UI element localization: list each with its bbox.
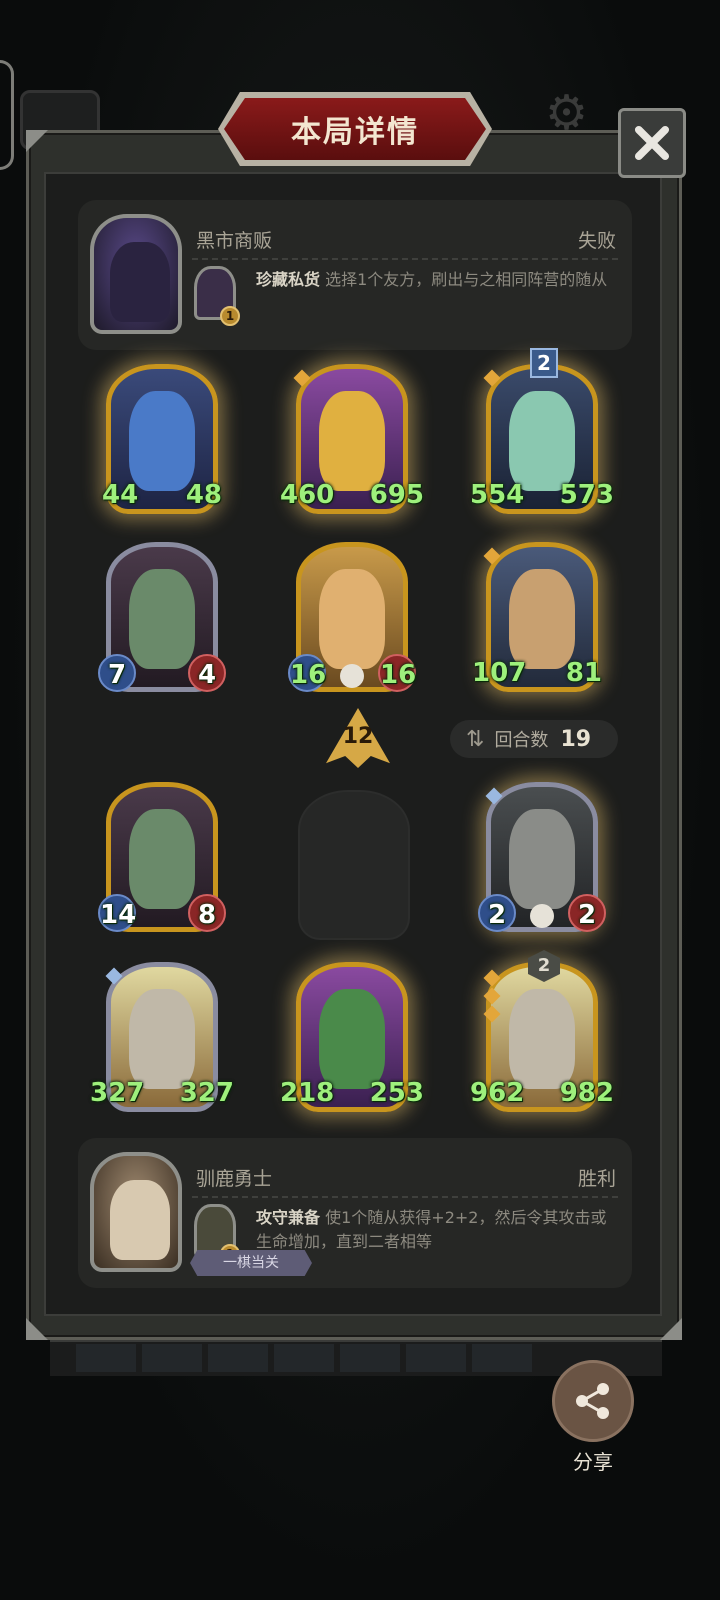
share-button[interactable] [552, 1360, 634, 1442]
background-minion-strip [76, 1344, 616, 1372]
title-banner: 本局详情 [224, 98, 486, 160]
minion-attack: 7 [98, 654, 136, 692]
opponent-hero-card: 黑市商贩 失败 1 珍藏私货 选择1个友方，刷出与之相同阵营的随从 [78, 200, 632, 350]
minion-health: 4 [188, 654, 226, 692]
minion-attack: 218 [280, 1078, 335, 1108]
minion-card[interactable]: 44 48 [102, 364, 222, 514]
page-title: 本局详情 [291, 115, 419, 150]
background-frame-edge [0, 60, 14, 170]
minion-health: 253 [369, 1078, 424, 1108]
minion-attack: 44 [102, 480, 139, 510]
minion-attack: 2 [478, 894, 516, 932]
minion-card[interactable]: 107 81 [472, 542, 602, 692]
close-button[interactable] [618, 108, 686, 178]
round-cycle-icon: ⇅ [466, 726, 485, 752]
minion-health: 695 [369, 480, 424, 510]
round-label: 回合数 [494, 730, 549, 751]
player-hero-portrait[interactable] [90, 1152, 182, 1272]
background-thumb [406, 1344, 466, 1372]
player-hero-card: 驯鹿勇士 胜利 1 攻守兼备 使1个随从获得+2+2，然后令其攻击或生命增加，直… [78, 1138, 632, 1288]
minion-card[interactable]: 218 253 [280, 962, 424, 1112]
empty-board-slot [298, 790, 410, 940]
hero-power-desc: 选择1个友方，刷出与之相同阵营的随从 [325, 270, 608, 289]
minion-level-badge: 2 [530, 348, 558, 378]
minion-attack: 460 [280, 480, 335, 510]
share-icon [576, 1383, 609, 1419]
minion-attack: 107 [472, 658, 527, 688]
minion-health: 16 [378, 654, 416, 692]
minion-card[interactable]: 460 695 [280, 364, 424, 514]
tavern-tier-indicator: 12 [326, 708, 390, 768]
share-label[interactable]: 分享 [552, 1446, 634, 1475]
round-counter: ⇅ 回合数 19 [450, 720, 618, 758]
minion-health: 48 [185, 480, 222, 510]
deathrattle-skull-icon [340, 664, 364, 688]
player-result: 胜利 [577, 1168, 616, 1190]
minion-attack: 327 [90, 1078, 145, 1108]
minion-health: 327 [179, 1078, 234, 1108]
hero-power-name: 珍藏私货 [256, 270, 321, 289]
minion-health: 982 [559, 1078, 614, 1108]
minion-card[interactable]: 7 4 [98, 542, 226, 692]
hero-tag-badge: 一棋当关 [190, 1250, 312, 1276]
hero-power-text: 攻守兼备 使1个随从获得+2+2，然后令其攻击或生命增加，直到二者相等 [256, 1206, 616, 1254]
tavern-tier-value: 12 [342, 724, 374, 749]
minion-card[interactable]: 2 962 982 [470, 950, 614, 1112]
minion-card[interactable]: 2 2 [478, 782, 606, 932]
minion-health: 2 [568, 894, 606, 932]
background-thumb [76, 1344, 136, 1372]
opponent-hero-portrait[interactable] [90, 214, 182, 334]
hero-power-name: 攻守兼备 [256, 1208, 321, 1227]
background-thumb [472, 1344, 532, 1372]
background-thumb [208, 1344, 268, 1372]
minion-card[interactable]: 2 554 573 [470, 348, 614, 514]
opponent-result: 失败 [577, 230, 616, 252]
close-icon [634, 125, 670, 161]
minion-health: 573 [559, 480, 614, 510]
minion-health: 81 [565, 658, 602, 688]
minion-card[interactable]: 14 8 [98, 782, 226, 932]
opponent-hero-name: 黑市商贩 [196, 230, 273, 252]
round-value: 19 [560, 726, 592, 752]
background-thumb [142, 1344, 202, 1372]
hero-power-level: 1 [220, 306, 240, 326]
minion-health: 8 [188, 894, 226, 932]
minion-attack: 554 [470, 480, 525, 510]
minion-attack: 14 [98, 894, 136, 932]
divider [192, 1196, 618, 1198]
minion-card[interactable]: 327 327 [90, 962, 234, 1112]
background-thumb [274, 1344, 334, 1372]
minion-attack: 962 [470, 1078, 525, 1108]
player-hero-name: 驯鹿勇士 [196, 1168, 273, 1190]
minion-attack: 16 [288, 654, 326, 692]
hero-power-text: 珍藏私货 选择1个友方，刷出与之相同阵营的随从 [256, 268, 616, 292]
background-thumb [340, 1344, 400, 1372]
deathrattle-skull-icon [530, 904, 554, 928]
divider [192, 258, 618, 260]
minion-card[interactable]: 16 16 [288, 542, 416, 692]
